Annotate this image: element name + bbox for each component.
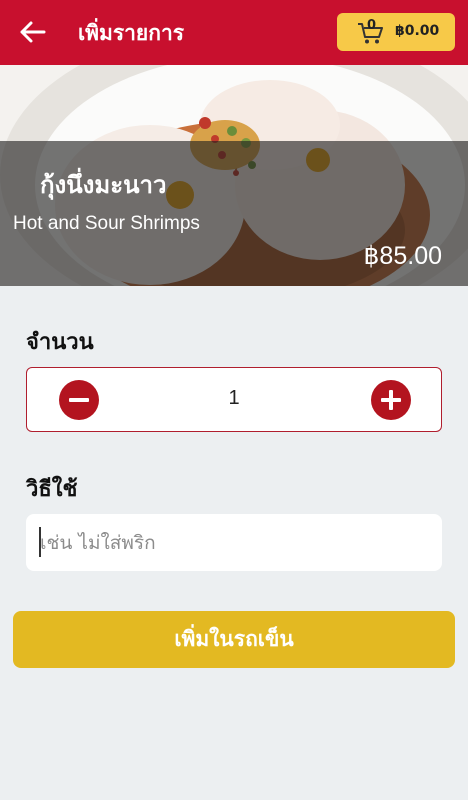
dish-name-english: Hot and Sour Shrimps	[13, 213, 200, 234]
cart-button[interactable]: 0 ฿0.00	[337, 13, 455, 51]
back-button[interactable]	[14, 14, 50, 50]
quantity-value: 1	[228, 387, 240, 409]
plus-circle-icon	[381, 390, 401, 410]
quantity-stepper: 1	[26, 367, 442, 432]
add-to-cart-button[interactable]: เพิ่มในรถเข็น	[13, 611, 455, 668]
app-bar: เพิ่มรายการ 0 ฿0.00	[0, 0, 468, 65]
dish-name-thai: กุ้งนึ่งมะนาว	[40, 171, 167, 199]
minus-circle-icon	[69, 398, 89, 402]
arrow-left-icon	[20, 21, 46, 43]
page-title: เพิ่มรายการ	[78, 21, 185, 45]
text-cursor	[39, 527, 41, 557]
instructions-input[interactable]	[26, 514, 442, 571]
increase-quantity-button[interactable]	[371, 380, 411, 420]
instructions-label: วิธีใช้	[26, 477, 78, 502]
quantity-label: จำนวน	[26, 330, 94, 355]
decrease-quantity-button[interactable]	[59, 380, 99, 420]
cart-total: ฿0.00	[395, 23, 440, 39]
dish-price: ฿85.00	[363, 242, 442, 270]
cart-count-badge: 0	[367, 18, 377, 33]
